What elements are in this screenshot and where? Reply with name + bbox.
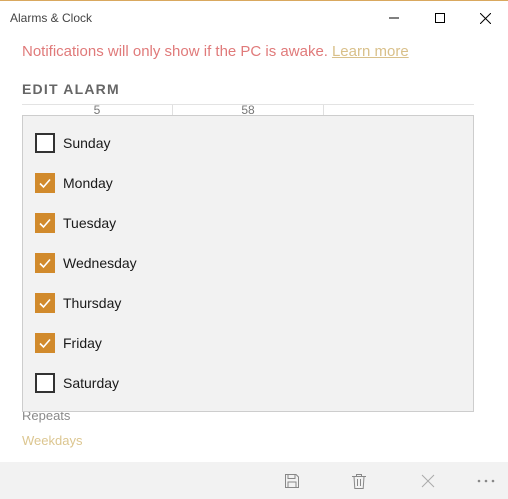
- checkbox-friday[interactable]: [35, 333, 55, 353]
- checkbox-monday[interactable]: [35, 173, 55, 193]
- checkbox-thursday[interactable]: [35, 293, 55, 313]
- day-label: Friday: [63, 335, 102, 351]
- awake-notice: Notifications will only show if the PC i…: [22, 43, 409, 60]
- maximize-icon: [435, 13, 445, 23]
- repeat-days-flyout: Sunday Monday Tuesday Wednesday Thursday…: [22, 115, 474, 412]
- checkbox-tuesday[interactable]: [35, 213, 55, 233]
- window-title: Alarms & Clock: [10, 11, 93, 25]
- day-row-thursday[interactable]: Thursday: [23, 283, 473, 323]
- day-label: Thursday: [63, 295, 122, 311]
- close-icon: [479, 12, 491, 24]
- day-row-tuesday[interactable]: Tuesday: [23, 203, 473, 243]
- checkmark-icon: [39, 178, 51, 189]
- command-bar: [0, 462, 508, 499]
- more-button[interactable]: [468, 462, 504, 499]
- day-row-monday[interactable]: Monday: [23, 163, 473, 203]
- save-button[interactable]: [274, 462, 310, 499]
- checkbox-wednesday[interactable]: [35, 253, 55, 273]
- day-label: Tuesday: [63, 215, 117, 231]
- app-window: Alarms & Clock Notifications will only s…: [0, 0, 508, 499]
- checkmark-icon: [39, 298, 51, 309]
- checkbox-saturday[interactable]: [35, 373, 55, 393]
- learn-more-link[interactable]: Learn more: [332, 43, 409, 60]
- day-label: Monday: [63, 175, 113, 191]
- day-row-sunday[interactable]: Sunday: [23, 123, 473, 163]
- day-label: Saturday: [63, 375, 120, 391]
- checkmark-icon: [39, 258, 51, 269]
- checkmark-icon: [39, 218, 51, 229]
- day-row-friday[interactable]: Friday: [23, 323, 473, 363]
- more-icon: [477, 479, 495, 483]
- minimize-button[interactable]: [371, 1, 417, 35]
- day-row-saturday[interactable]: Saturday: [23, 363, 473, 403]
- delete-icon: [352, 473, 366, 489]
- maximize-button[interactable]: [417, 1, 463, 35]
- cancel-button[interactable]: [410, 462, 446, 499]
- minimize-icon: [389, 17, 399, 19]
- repeats-value[interactable]: Weekdays: [22, 433, 82, 448]
- day-label: Sunday: [63, 135, 111, 151]
- save-icon: [285, 474, 299, 488]
- title-bar: Alarms & Clock: [0, 1, 508, 35]
- close-window-button[interactable]: [462, 1, 508, 35]
- delete-button[interactable]: [341, 462, 377, 499]
- day-label: Wednesday: [63, 255, 137, 271]
- day-row-wednesday[interactable]: Wednesday: [23, 243, 473, 283]
- page-heading: EDIT ALARM: [22, 81, 120, 97]
- checkmark-icon: [39, 338, 51, 349]
- cancel-icon: [421, 474, 435, 488]
- notice-text: Notifications will only show if the PC i…: [22, 43, 328, 60]
- checkbox-sunday[interactable]: [35, 133, 55, 153]
